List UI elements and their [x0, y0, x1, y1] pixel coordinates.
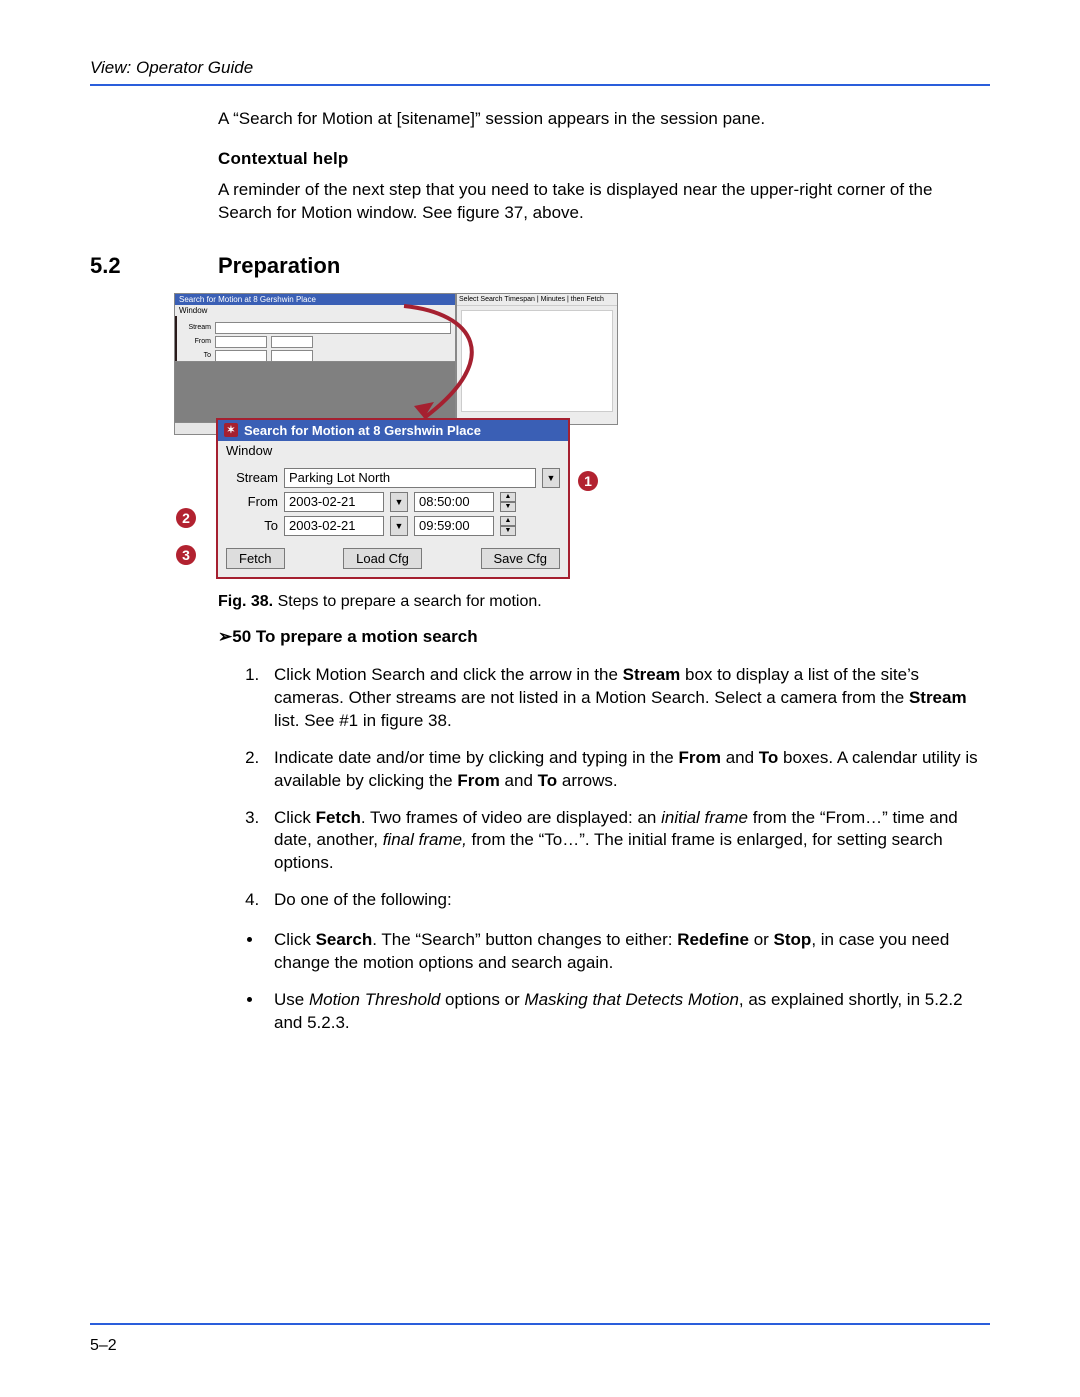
to-date-dropdown[interactable]: ▼ — [390, 516, 408, 536]
figure-container: Search for Motion at 8 Gershwin Place Wi… — [174, 293, 594, 583]
from-time-spinner[interactable]: ▲▼ — [500, 492, 516, 512]
from-label: From — [226, 494, 278, 509]
page: View: Operator Guide A “Search for Motio… — [0, 0, 1080, 1397]
procedure-heading: ➢50 To prepare a motion search — [218, 627, 990, 647]
from-date-dropdown[interactable]: ▼ — [390, 492, 408, 512]
section-title: Preparation — [218, 253, 340, 279]
fetch-button[interactable]: Fetch — [226, 548, 285, 569]
page-number: 5–2 — [90, 1337, 117, 1355]
search-motion-dialog: ✶ Search for Motion at 8 Gershwin Place … — [216, 418, 570, 579]
procedure-steps: Click Motion Search and click the arrow … — [238, 664, 990, 912]
save-cfg-button[interactable]: Save Cfg — [481, 548, 560, 569]
section-heading: 5.2 Preparation — [90, 253, 990, 279]
mini-preview-area — [174, 361, 456, 423]
mini-dialog-title: Search for Motion at 8 Gershwin Place — [175, 294, 455, 305]
figure-caption: Fig. 38. Steps to prepare a search for m… — [218, 593, 990, 611]
dialog-title-text: Search for Motion at 8 Gershwin Place — [244, 423, 481, 438]
stream-label: Stream — [226, 470, 278, 485]
running-header: View: Operator Guide — [90, 58, 990, 78]
to-label: To — [226, 518, 278, 533]
step-2: Indicate date and/or time by clicking an… — [264, 747, 990, 793]
bullet-1: Click Search. The “Search” button change… — [264, 929, 990, 975]
step-1: Click Motion Search and click the arrow … — [264, 664, 990, 733]
to-time-spinner[interactable]: ▲▼ — [500, 516, 516, 536]
mini-side-body — [461, 310, 613, 412]
section-number: 5.2 — [90, 253, 218, 279]
procedure-bullets: Click Search. The “Search” button change… — [238, 929, 990, 1035]
callout-marker-1: 1 — [578, 471, 598, 491]
mini-side-panel: Select Search Timespan | Minutes | then … — [456, 293, 618, 425]
dialog-titlebar: ✶ Search for Motion at 8 Gershwin Place — [218, 420, 568, 441]
contextual-help-heading: Contextual help — [218, 149, 990, 169]
contextual-help-body: A reminder of the next step that you nee… — [218, 179, 990, 225]
dialog-form: Stream Parking Lot North ▼ From 2003-02-… — [218, 460, 568, 548]
app-icon: ✶ — [224, 423, 238, 437]
mini-side-hint: Select Search Timespan | Minutes | then … — [457, 294, 617, 306]
procedure-number: 50 — [232, 627, 251, 646]
load-cfg-button[interactable]: Load Cfg — [343, 548, 422, 569]
callout-marker-3: 3 — [176, 545, 196, 565]
callout-marker-2: 2 — [176, 508, 196, 528]
from-date-input[interactable]: 2003-02-21 — [284, 492, 384, 512]
mini-menu: Window — [175, 305, 455, 316]
from-time-input[interactable]: 08:50:00 — [414, 492, 494, 512]
footer-rule — [90, 1323, 990, 1325]
header-rule — [90, 84, 990, 86]
to-time-input[interactable]: 09:59:00 — [414, 516, 494, 536]
procedure-title: To prepare a motion search — [251, 627, 477, 646]
intro-paragraph: A “Search for Motion at [sitename]” sess… — [218, 108, 990, 131]
step-3: Click Fetch. Two frames of video are dis… — [264, 807, 990, 876]
chevron-icon: ➢ — [218, 627, 232, 646]
step-4: Do one of the following: — [264, 889, 990, 912]
bullet-2: Use Motion Threshold options or Masking … — [264, 989, 990, 1035]
stream-dropdown-arrow[interactable]: ▼ — [542, 468, 560, 488]
stream-input[interactable]: Parking Lot North — [284, 468, 536, 488]
dialog-buttons: Fetch Load Cfg Save Cfg — [218, 548, 568, 577]
window-menu[interactable]: Window — [218, 441, 568, 460]
figure-caption-text: Steps to prepare a search for motion. — [273, 593, 542, 610]
to-date-input[interactable]: 2003-02-21 — [284, 516, 384, 536]
figure-caption-label: Fig. 38. — [218, 593, 273, 610]
figure-38: Search for Motion at 8 Gershwin Place Wi… — [174, 293, 990, 583]
